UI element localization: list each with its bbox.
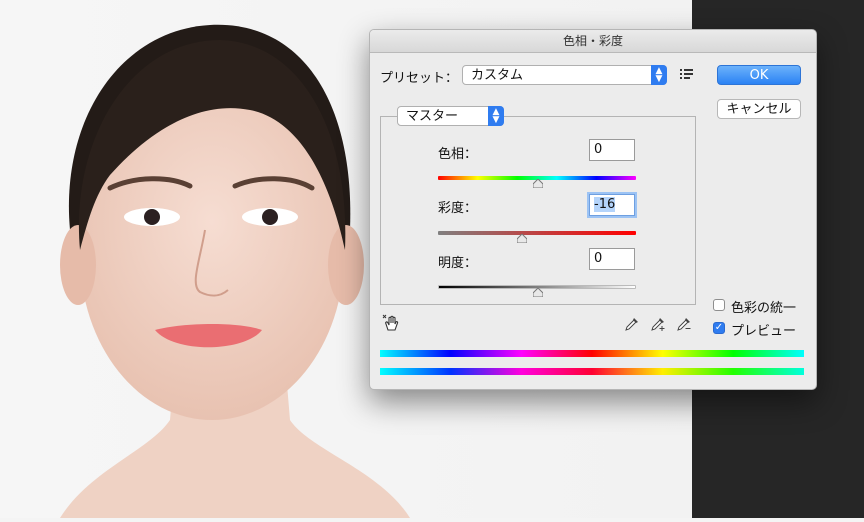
saturation-value: -16 [594,197,616,212]
lightness-slider-thumb[interactable] [533,288,543,297]
hue-slider-thumb[interactable] [533,179,543,188]
select-arrows-icon: ▲ ▼ [651,65,667,85]
hue-saturation-dialog: 色相・彩度 プリセット： カスタム ▲ ▼ OK キャンセル マスター ▲ ▼ 色相… [369,29,817,390]
preview-label: プレビュー [731,324,797,339]
adjustment-group [380,116,696,305]
output-color-bar [380,368,804,375]
select-arrows-icon: ▲ ▼ [488,106,504,126]
eyedropper-icon[interactable] [624,316,640,332]
eyedropper-subtract-icon[interactable] [676,316,692,332]
saturation-input[interactable]: -16 [589,194,635,216]
channel-value: マスター [406,109,459,124]
channel-select[interactable]: マスター ▲ ▼ [397,106,504,126]
hue-value: 0 [594,142,603,157]
preview-checkbox[interactable]: ✓ [713,322,725,334]
lightness-label: 明度： [438,256,478,271]
list-options-icon[interactable] [680,68,694,80]
saturation-label: 彩度： [438,201,478,216]
preset-select[interactable]: カスタム ▲ ▼ [462,65,667,85]
hue-input[interactable]: 0 [589,139,635,161]
eyedropper-add-icon[interactable] [650,316,666,332]
input-color-bar [380,350,804,357]
lightness-value: 0 [594,251,603,266]
saturation-slider-track[interactable] [438,231,636,235]
cancel-button[interactable]: キャンセル [717,99,801,119]
lightness-input[interactable]: 0 [589,248,635,270]
preset-value: カスタム [471,68,524,83]
hue-label: 色相： [438,147,478,162]
colorize-checkbox[interactable] [713,299,725,311]
preset-label: プリセット： [380,71,459,86]
ok-button[interactable]: OK [717,65,801,85]
checkmark-icon: ✓ [714,322,724,333]
dialog-title: 色相・彩度 [370,30,816,53]
colorize-label: 色彩の統一 [731,301,797,316]
targeted-adjustment-hand-icon[interactable] [382,314,402,332]
saturation-slider-thumb[interactable] [517,234,527,243]
